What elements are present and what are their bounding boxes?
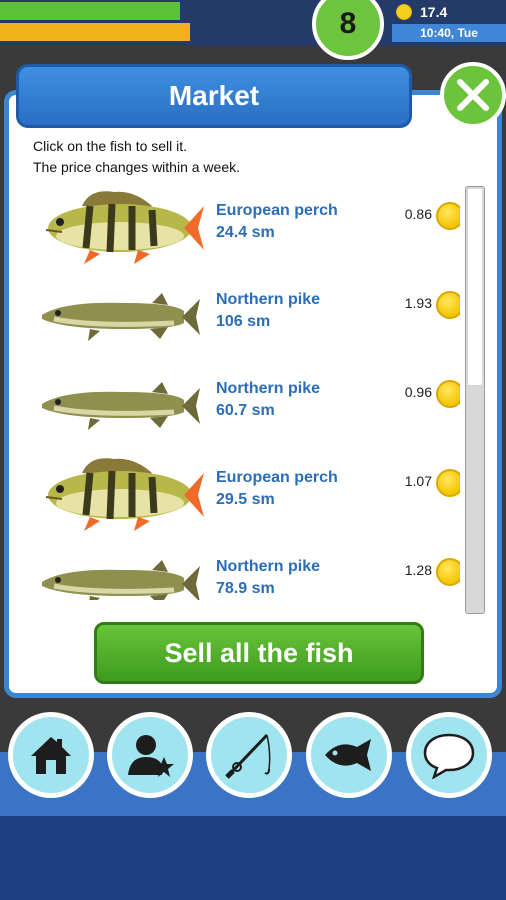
perch-image bbox=[45, 191, 204, 264]
fish-row[interactable]: Northern pike 78.9 sm 1.28 bbox=[30, 538, 460, 600]
footer bbox=[0, 816, 506, 900]
instruction-line: The price changes within a week. bbox=[33, 159, 240, 175]
experience-bar bbox=[0, 2, 180, 20]
list-scrollbar[interactable] bbox=[465, 186, 485, 614]
game-clock: 10:40, Tue bbox=[392, 24, 506, 42]
fish-species: European perch bbox=[216, 202, 338, 219]
scrollbar-thumb[interactable] bbox=[468, 189, 482, 385]
fish-row[interactable]: Northern pike 60.7 sm 0.96 bbox=[30, 360, 460, 449]
fish-collection-button[interactable] bbox=[306, 712, 392, 798]
fish-price: 0.86 bbox=[404, 206, 432, 222]
coin-icon bbox=[436, 202, 460, 230]
fishing-rod-icon bbox=[225, 733, 271, 779]
fish-size: 29.5 sm bbox=[216, 491, 275, 508]
home-icon bbox=[31, 737, 71, 774]
home-button[interactable] bbox=[8, 712, 94, 798]
level-badge: 8 bbox=[312, 0, 384, 60]
fish-species: Northern pike bbox=[216, 558, 321, 575]
fish-size: 60.7 sm bbox=[216, 402, 275, 419]
profile-star-icon bbox=[128, 735, 174, 777]
perch-image bbox=[45, 458, 204, 531]
close-icon bbox=[457, 79, 489, 111]
pike-image bbox=[42, 382, 200, 430]
fish-price: 1.28 bbox=[404, 562, 432, 578]
pike-image bbox=[42, 293, 200, 341]
fish-info: Northern pike 60.7 sm bbox=[216, 378, 320, 422]
coin-icon bbox=[396, 4, 412, 20]
market-title: Market bbox=[16, 64, 412, 128]
fish-size: 106 sm bbox=[216, 313, 271, 330]
coin-icon bbox=[436, 558, 460, 586]
fish-price: 1.07 bbox=[404, 473, 432, 489]
fish-row[interactable]: European perch 29.5 sm 1.07 bbox=[30, 449, 460, 538]
coin-balance: 17.4 bbox=[396, 2, 506, 22]
fish-price: 0.96 bbox=[404, 384, 432, 400]
sell-all-button[interactable]: Sell all the fish bbox=[94, 622, 424, 684]
fish-price: 1.93 bbox=[404, 295, 432, 311]
coin-balance-value: 17.4 bbox=[420, 4, 448, 20]
market-instructions: Click on the fish to sell it. The price … bbox=[33, 136, 453, 178]
close-button[interactable] bbox=[440, 62, 506, 128]
chat-bubble-icon bbox=[423, 733, 475, 779]
fish-row[interactable]: Northern pike 106 sm 1.93 bbox=[30, 271, 460, 360]
profile-button[interactable] bbox=[107, 712, 193, 798]
fish-info: Northern pike 78.9 sm bbox=[216, 556, 320, 600]
fish-icon bbox=[325, 739, 371, 771]
fish-species: Northern pike bbox=[216, 380, 321, 397]
fish-species: European perch bbox=[216, 469, 338, 486]
fish-info: Northern pike 106 sm bbox=[216, 289, 320, 333]
coin-icon bbox=[436, 469, 460, 497]
energy-bar bbox=[0, 23, 190, 41]
fish-species: Northern pike bbox=[216, 291, 321, 308]
fish-info: European perch 24.4 sm bbox=[216, 200, 338, 244]
fish-size: 78.9 sm bbox=[216, 580, 275, 597]
fish-row[interactable]: European perch 24.4 sm 0.86 bbox=[30, 182, 460, 271]
coin-icon bbox=[436, 291, 460, 319]
fish-info: European perch 29.5 sm bbox=[216, 467, 338, 511]
pike-image bbox=[42, 560, 200, 600]
coin-icon bbox=[436, 380, 460, 408]
fishing-button[interactable] bbox=[206, 712, 292, 798]
fish-size: 24.4 sm bbox=[216, 224, 275, 241]
instruction-line: Click on the fish to sell it. bbox=[33, 138, 188, 154]
fish-list[interactable]: European perch 24.4 sm 0.86 Northern pik… bbox=[30, 182, 460, 600]
chat-button[interactable] bbox=[406, 712, 492, 798]
